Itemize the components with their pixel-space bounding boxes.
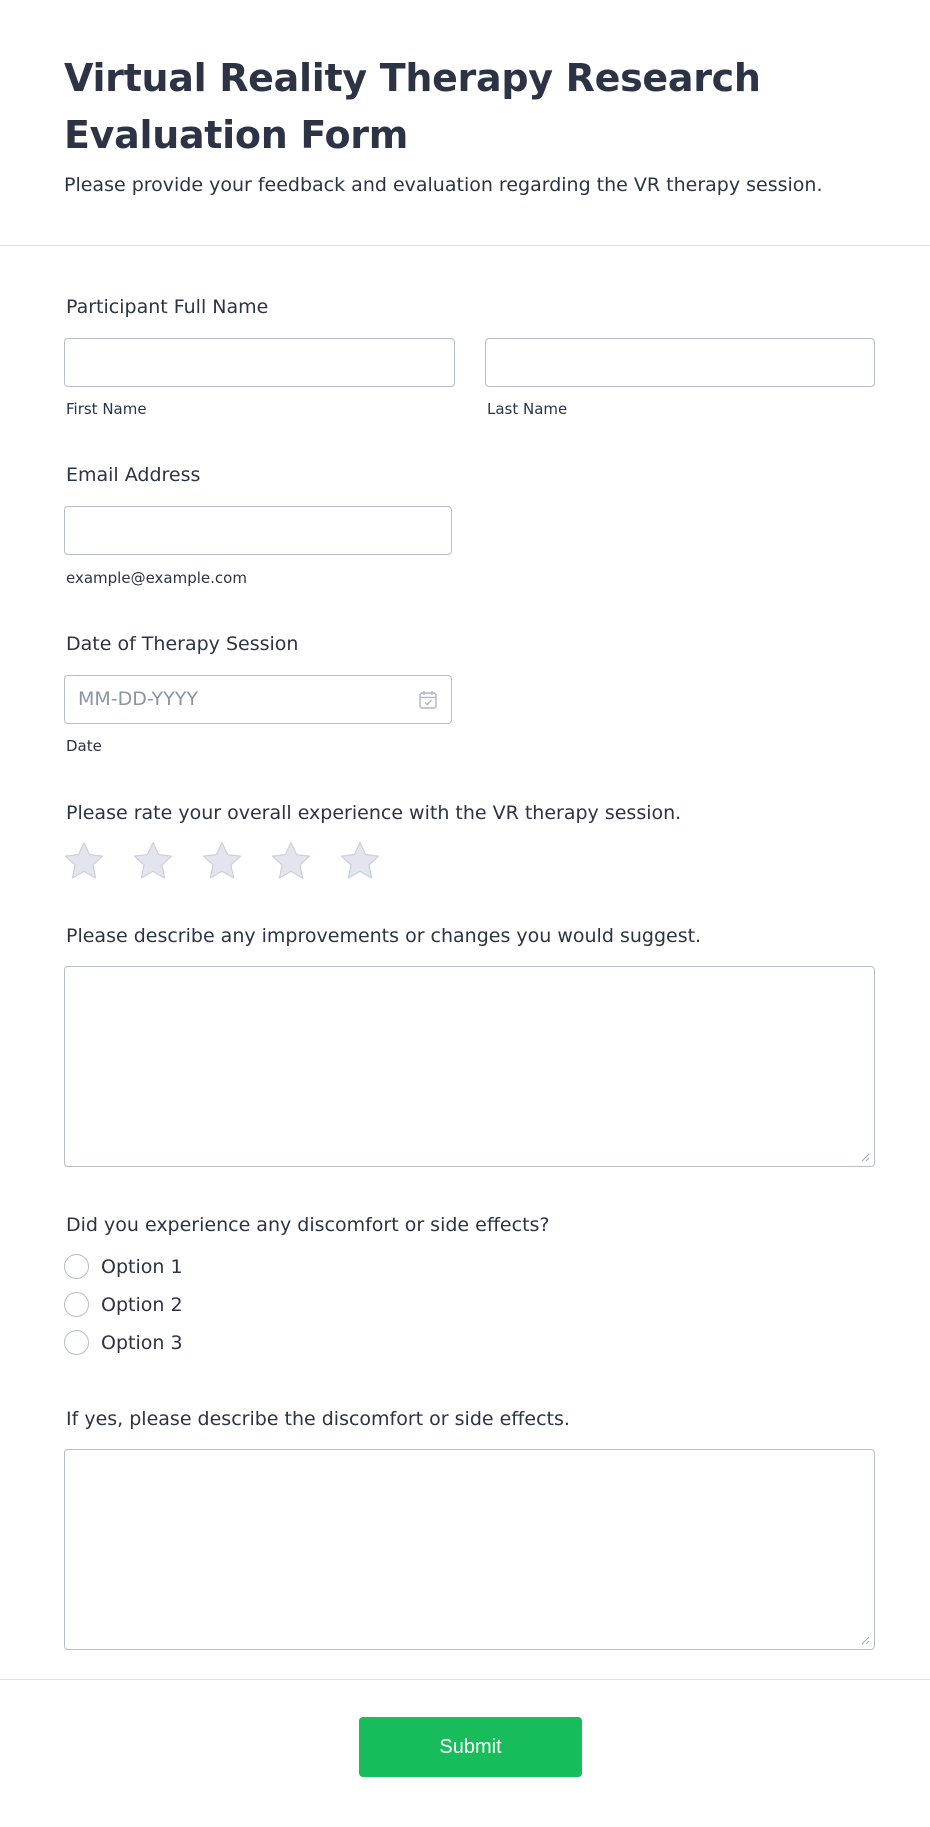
header-divider xyxy=(0,245,930,246)
radio-button[interactable] xyxy=(64,1330,89,1355)
resize-grip-icon[interactable] xyxy=(861,1153,870,1162)
radio-option-label: Option 2 xyxy=(101,1294,183,1316)
star-icon[interactable] xyxy=(201,840,243,882)
first-name-sublabel: First Name xyxy=(66,400,147,418)
footer-divider xyxy=(0,1679,930,1680)
star-icon[interactable] xyxy=(63,840,105,882)
date-input[interactable]: MM-DD-YYYY xyxy=(64,675,452,724)
radio-option-label: Option 3 xyxy=(101,1332,183,1354)
email-sublabel: example@example.com xyxy=(66,569,247,587)
date-sublabel: Date xyxy=(66,737,102,755)
form-title: Virtual Reality Therapy Research Evaluat… xyxy=(64,56,761,157)
email-input[interactable] xyxy=(64,506,452,555)
star-icon[interactable] xyxy=(270,840,312,882)
improvements-textarea[interactable] xyxy=(64,966,875,1167)
form-header: Virtual Reality Therapy Research Evaluat… xyxy=(64,50,864,198)
radio-button[interactable] xyxy=(64,1292,89,1317)
form-description: Please provide your feedback and evaluat… xyxy=(64,174,823,196)
discomfort-details-textarea[interactable] xyxy=(64,1449,875,1650)
calendar-icon[interactable] xyxy=(419,690,437,709)
email-label: Email Address xyxy=(66,464,201,486)
date-placeholder: MM-DD-YYYY xyxy=(78,688,198,710)
last-name-input[interactable] xyxy=(485,338,875,387)
discomfort-details-label: If yes, please describe the discomfort o… xyxy=(66,1408,570,1430)
submit-button[interactable]: Submit xyxy=(359,1717,582,1777)
radio-option-label: Option 1 xyxy=(101,1256,183,1278)
rating-label: Please rate your overall experience with… xyxy=(66,802,682,824)
form-page: Virtual Reality Therapy Research Evaluat… xyxy=(0,0,930,1827)
name-label: Participant Full Name xyxy=(66,296,269,318)
last-name-sublabel: Last Name xyxy=(487,400,568,418)
star-icon[interactable] xyxy=(339,840,381,882)
resize-grip-icon[interactable] xyxy=(861,1636,870,1645)
improvements-label: Please describe any improvements or chan… xyxy=(66,925,702,947)
discomfort-label: Did you experience any discomfort or sid… xyxy=(66,1214,550,1236)
star-icon[interactable] xyxy=(132,840,174,882)
first-name-input[interactable] xyxy=(64,338,455,387)
radio-button[interactable] xyxy=(64,1254,89,1279)
date-label: Date of Therapy Session xyxy=(66,633,299,655)
